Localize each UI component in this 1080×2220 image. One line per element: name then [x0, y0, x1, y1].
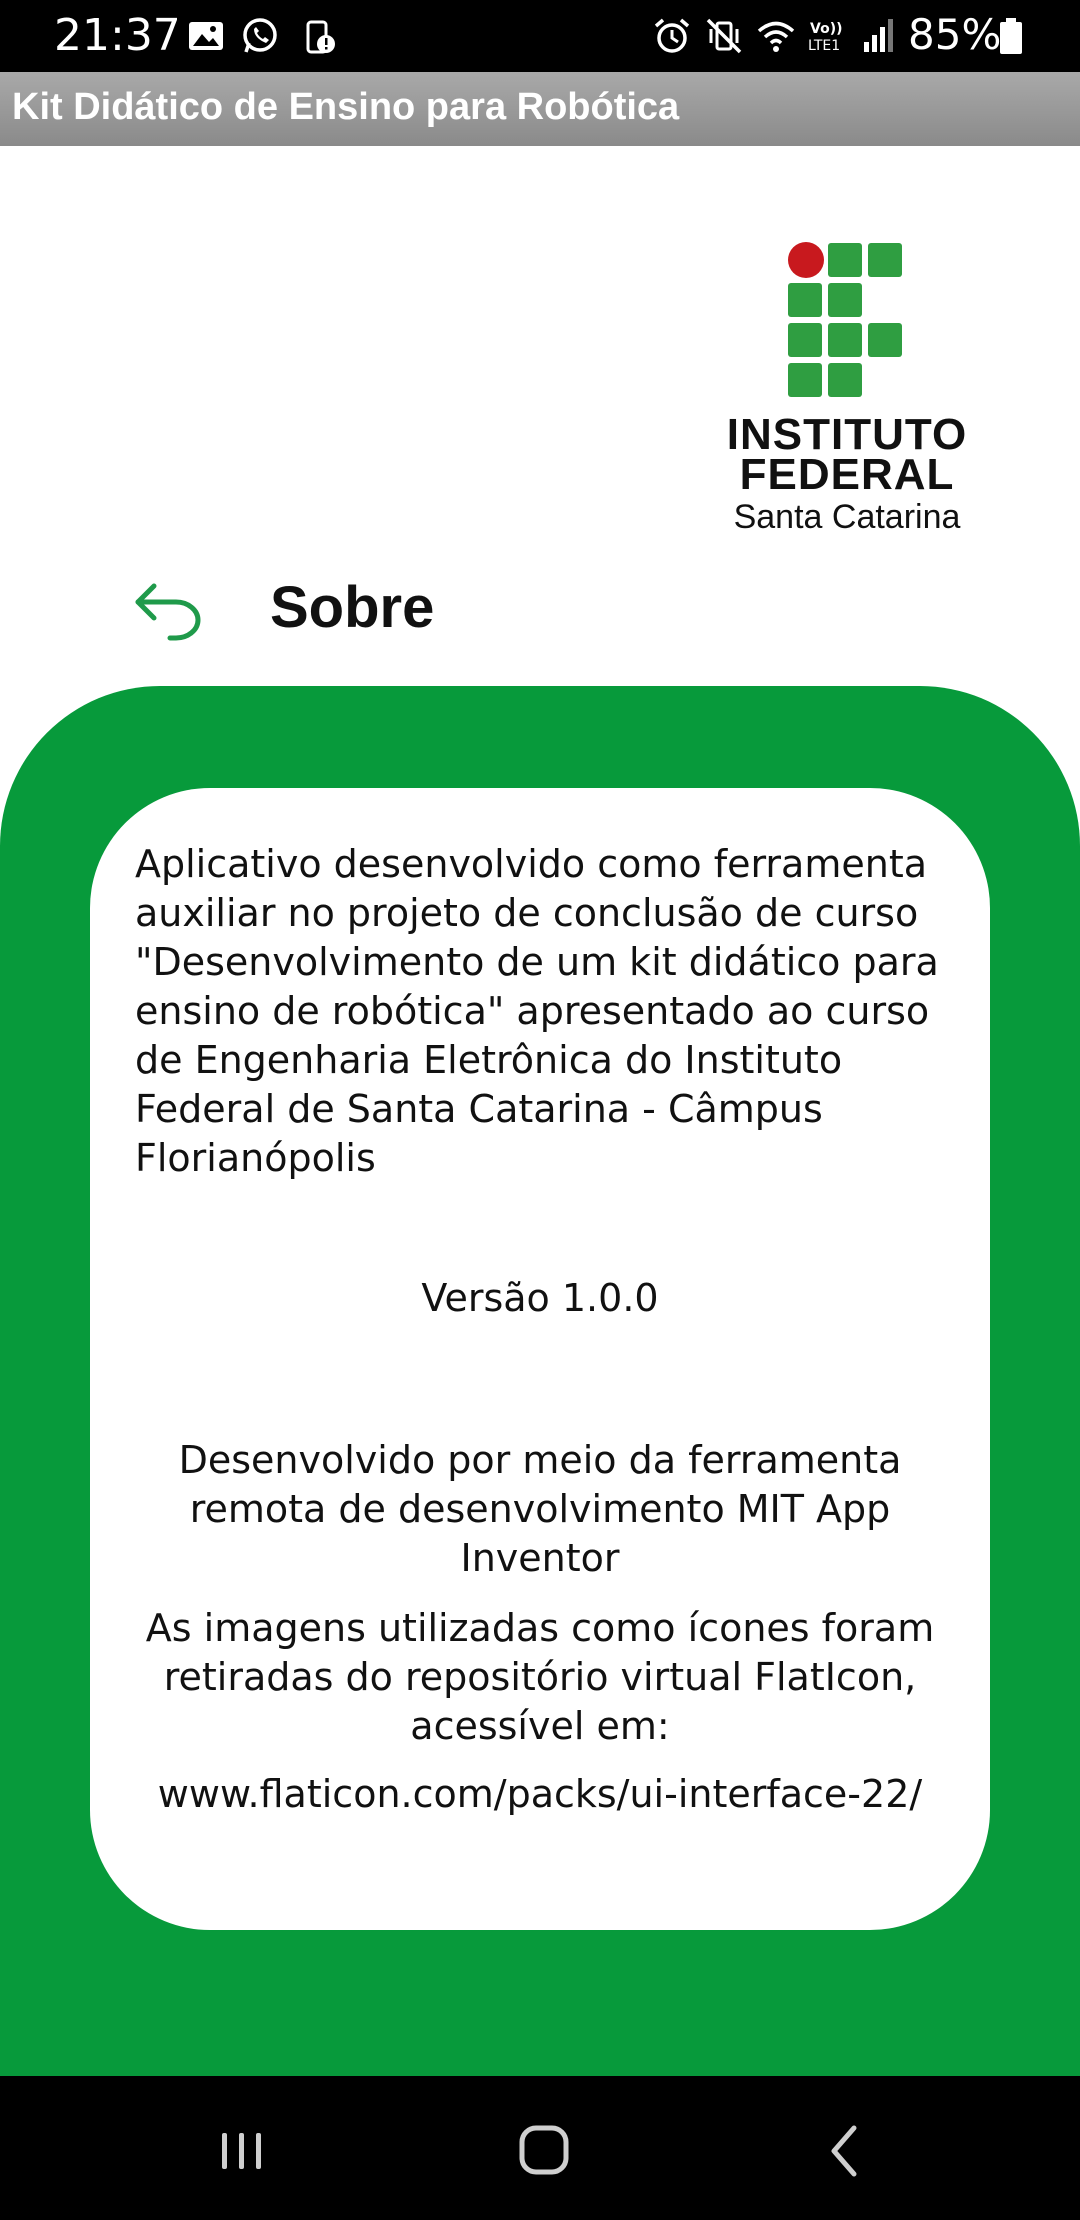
- whatsapp-icon: [243, 18, 277, 53]
- back-button[interactable]: [130, 580, 212, 646]
- image-icon: [189, 22, 223, 50]
- phone-alert-icon: [306, 20, 335, 54]
- status-bar: 21:37 Vo)) LTE1 85%: [0, 0, 1080, 72]
- recents-icon[interactable]: [202, 2116, 282, 2186]
- svg-text:LTE1: LTE1: [808, 38, 840, 54]
- logo-square: [828, 363, 862, 397]
- vibrate-icon: [706, 18, 742, 54]
- logo-square: [788, 283, 822, 317]
- logo-square: [828, 283, 862, 317]
- logo-square: [788, 363, 822, 397]
- app-title-bar: Kit Didático de Ensino para Robótica: [0, 72, 1080, 146]
- volte-icon: Vo)) LTE1: [808, 21, 842, 54]
- signal-icon: [864, 19, 893, 52]
- ifsc-logo: INSTITUTO FEDERAL Santa Catarina: [720, 236, 980, 546]
- alarm-icon: [654, 18, 690, 53]
- about-description: Aplicativo desenvolvido como ferramenta …: [135, 842, 939, 1180]
- flaticon-link[interactable]: www.flaticon.com/packs/ui-interface-22/: [120, 1770, 960, 1819]
- page-title: Sobre: [270, 575, 435, 640]
- wifi-icon: [757, 21, 795, 52]
- home-icon[interactable]: [504, 2116, 584, 2186]
- battery-percent: 85%: [908, 10, 1002, 59]
- logo-square: [828, 243, 862, 277]
- nav-back-icon[interactable]: [806, 2116, 886, 2186]
- developed-with-text: Desenvolvido por meio da ferramenta remo…: [178, 1438, 902, 1580]
- svg-text:Vo)): Vo)): [810, 21, 842, 37]
- logo-text-santa-catarina: Santa Catarina: [733, 498, 961, 536]
- logo-square: [788, 323, 822, 357]
- logo-text-federal: FEDERAL: [739, 450, 955, 499]
- logo-mark: [788, 242, 904, 402]
- system-nav-bar: [0, 2076, 1080, 2220]
- battery-icon: [1000, 18, 1022, 54]
- logo-red-dot: [788, 242, 824, 278]
- logo-square: [868, 323, 902, 357]
- logo-square: [828, 323, 862, 357]
- status-time: 21:37: [54, 10, 181, 61]
- logo-square: [868, 243, 902, 277]
- version-text: Versão 1.0.0: [421, 1276, 659, 1320]
- back-arrow-icon: [135, 583, 201, 641]
- app-title: Kit Didático de Ensino para Robótica: [12, 86, 680, 128]
- images-credit-text: As imagens utilizadas como ícones foram …: [145, 1606, 935, 1748]
